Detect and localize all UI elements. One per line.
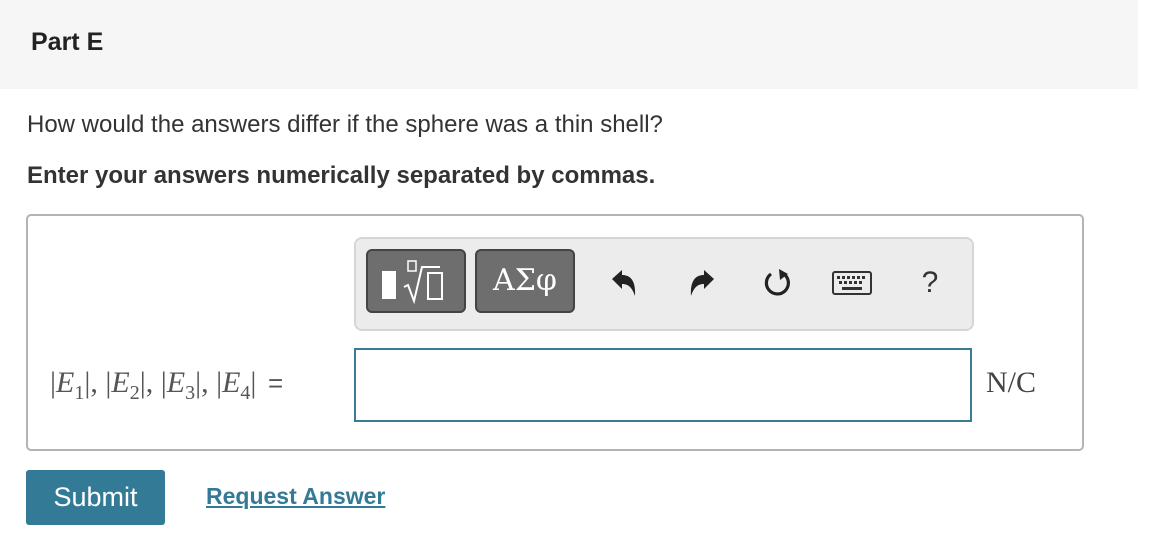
undo-button[interactable]: [604, 263, 644, 303]
math-toolbar: ΑΣφ ?: [354, 237, 974, 331]
keyboard-button[interactable]: [832, 263, 872, 303]
submit-button[interactable]: Submit: [26, 470, 165, 525]
magnitude-e1: |E1|: [50, 366, 91, 404]
answer-input[interactable]: [354, 348, 972, 422]
reset-icon: [764, 269, 790, 296]
answer-container: ΑΣφ ? |E1|, |E2|, |E3|, |E4| = N/C: [26, 214, 1084, 451]
redo-button[interactable]: [682, 263, 722, 303]
redo-icon: [690, 270, 714, 296]
part-title: Part E: [31, 28, 104, 56]
symbols-label: ΑΣφ: [493, 263, 557, 298]
magnitude-e2: |E2|: [105, 366, 146, 404]
symbols-button[interactable]: ΑΣφ: [475, 249, 575, 313]
reset-button[interactable]: [758, 263, 798, 303]
question-text: How would the answers differ if the sphe…: [27, 111, 663, 138]
instruction-text: Enter your answers numerically separated…: [27, 162, 656, 189]
magnitude-e3: |E3|: [160, 366, 202, 404]
keyboard-icon: [832, 271, 872, 295]
help-button[interactable]: ?: [910, 263, 950, 303]
part-header: Part E: [0, 0, 1138, 89]
answer-label: |E1|, |E2|, |E3|, |E4| =: [50, 366, 284, 404]
undo-icon: [612, 270, 636, 296]
unit-label: N/C: [986, 366, 1037, 399]
equals-sign: =: [267, 368, 284, 398]
templates-sqrt-icon: [382, 260, 443, 305]
templates-button[interactable]: [366, 249, 466, 313]
request-answer-link[interactable]: Request Answer: [206, 483, 385, 510]
magnitude-e4: |E4|: [216, 366, 257, 404]
